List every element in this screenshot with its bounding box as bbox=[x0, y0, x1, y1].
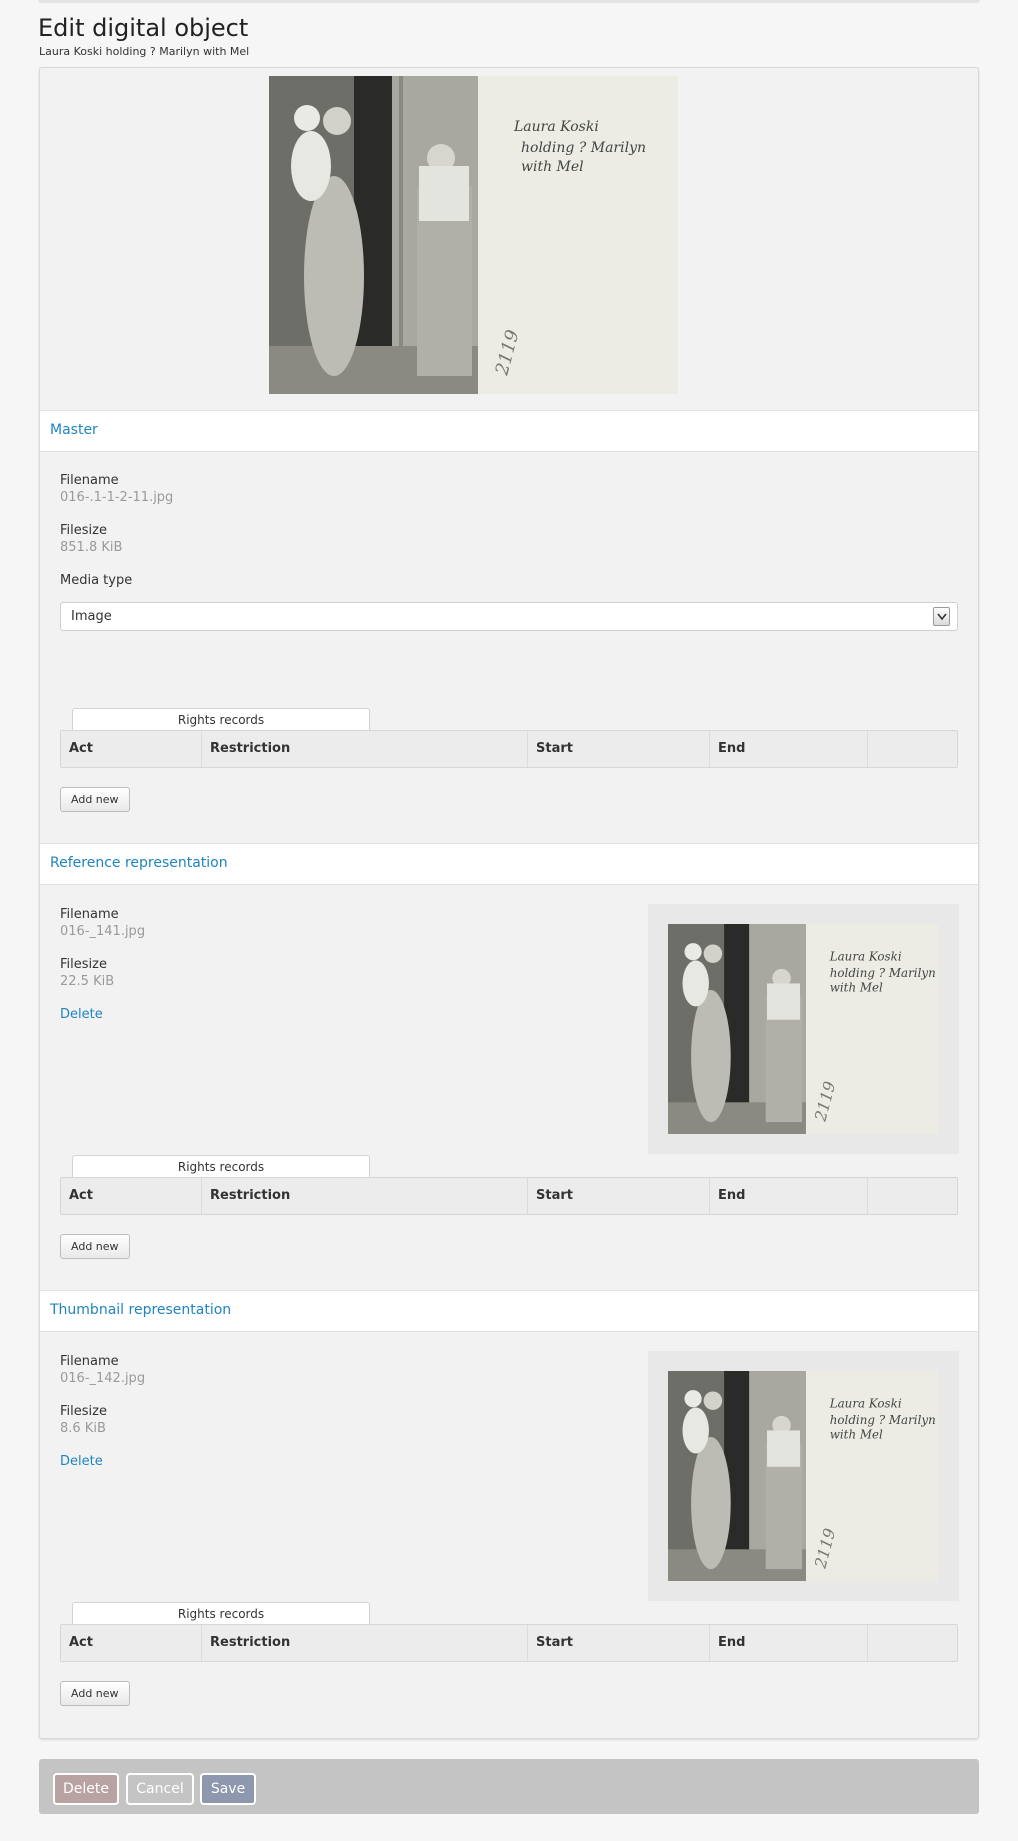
master-filesize-value: 851.8 KiB bbox=[60, 540, 123, 555]
column-header-end: End bbox=[710, 731, 868, 767]
reference-add-new-button[interactable]: Add new bbox=[60, 1234, 130, 1259]
thumbnail-filesize-value: 8.6 KiB bbox=[60, 1421, 106, 1436]
edit-panel: Laura Koski holding ? Marilyn with Mel 2… bbox=[39, 67, 979, 1739]
svg-text:Laura Koski: Laura Koski bbox=[513, 119, 599, 135]
thumbnail-image: Laura Koski holding ? Marilyn with Mel 2… bbox=[668, 1371, 938, 1581]
reference-rights-table: Act Restriction Start End bbox=[60, 1177, 958, 1215]
master-rights-table: Act Restriction Start End bbox=[60, 730, 958, 768]
reference-image: Laura Koski holding ? Marilyn with Mel 2… bbox=[668, 924, 938, 1134]
thumbnail-rights-table: Act Restriction Start End bbox=[60, 1624, 958, 1662]
thumbnail-rights-tab[interactable]: Rights records bbox=[72, 1602, 370, 1624]
thumbnail-filename-label: Filename bbox=[60, 1354, 119, 1369]
master-filename-label: Filename bbox=[60, 473, 119, 488]
svg-text:holding ? Marilyn: holding ? Marilyn bbox=[521, 140, 646, 156]
thumbnail-section-header: Thumbnail representation bbox=[40, 1290, 978, 1332]
reference-preview: Laura Koski holding ? Marilyn with Mel 2… bbox=[648, 904, 959, 1154]
form-actions-bar: Delete Cancel Save bbox=[39, 1759, 979, 1814]
thumbnail-filename-value: 016-_142.jpg bbox=[60, 1371, 146, 1386]
page-subtitle: Laura Koski holding ? Marilyn with Mel bbox=[39, 45, 250, 58]
master-section-header: Master bbox=[40, 410, 978, 452]
media-type-label: Media type bbox=[60, 573, 133, 588]
svg-text:Laura Koski: Laura Koski bbox=[829, 1396, 902, 1410]
svg-text:with Mel: with Mel bbox=[830, 980, 883, 994]
reference-delete-link[interactable]: Delete bbox=[60, 1007, 103, 1022]
media-type-select[interactable]: Image bbox=[60, 602, 958, 631]
master-filesize-label: Filesize bbox=[60, 523, 107, 538]
column-header-start: Start bbox=[528, 1178, 710, 1214]
reference-rights-tab[interactable]: Rights records bbox=[72, 1155, 370, 1177]
thumbnail-preview: Laura Koski holding ? Marilyn with Mel 2… bbox=[648, 1351, 959, 1601]
master-heading[interactable]: Master bbox=[50, 422, 98, 438]
svg-text:with Mel: with Mel bbox=[830, 1427, 883, 1441]
column-header-act: Act bbox=[61, 1625, 202, 1661]
reference-rights-tab-label: Rights records bbox=[177, 1160, 265, 1174]
column-header-end: End bbox=[710, 1178, 868, 1214]
thumbnail-delete-link[interactable]: Delete bbox=[60, 1454, 103, 1469]
master-image: Laura Koski holding ? Marilyn with Mel 2… bbox=[269, 76, 678, 394]
top-border bbox=[38, 0, 980, 3]
svg-text:with Mel: with Mel bbox=[521, 159, 584, 175]
chevron-down-icon[interactable] bbox=[933, 607, 950, 626]
column-header-start: Start bbox=[528, 1625, 710, 1661]
column-header-restriction: Restriction bbox=[202, 1178, 528, 1214]
thumbnail-add-new-button[interactable]: Add new bbox=[60, 1681, 130, 1706]
svg-text:holding ? Marilyn: holding ? Marilyn bbox=[830, 1413, 936, 1427]
column-header-end: End bbox=[710, 1625, 868, 1661]
column-header-start: Start bbox=[528, 731, 710, 767]
master-rights-tab[interactable]: Rights records bbox=[72, 708, 370, 730]
column-header-restriction: Restriction bbox=[202, 1625, 528, 1661]
delete-button[interactable]: Delete bbox=[53, 1773, 119, 1805]
save-button[interactable]: Save bbox=[200, 1773, 256, 1805]
master-filename-value: 016-.1-1-2-11.jpg bbox=[60, 490, 174, 505]
page-title: Edit digital object bbox=[38, 14, 249, 42]
reference-filename-label: Filename bbox=[60, 907, 119, 922]
reference-filename-value: 016-_141.jpg bbox=[60, 924, 146, 939]
column-header-restriction: Restriction bbox=[202, 731, 528, 767]
svg-text:holding ? Marilyn: holding ? Marilyn bbox=[830, 966, 936, 980]
thumbnail-heading[interactable]: Thumbnail representation bbox=[50, 1302, 231, 1318]
reference-filesize-label: Filesize bbox=[60, 957, 107, 972]
master-rights-tab-label: Rights records bbox=[177, 713, 265, 727]
thumbnail-filesize-label: Filesize bbox=[60, 1404, 107, 1419]
master-add-new-button[interactable]: Add new bbox=[60, 787, 130, 812]
reference-heading[interactable]: Reference representation bbox=[50, 855, 228, 871]
reference-section-header: Reference representation bbox=[40, 843, 978, 885]
thumbnail-rights-tab-label: Rights records bbox=[177, 1607, 265, 1621]
column-header-act: Act bbox=[61, 731, 202, 767]
reference-filesize-value: 22.5 KiB bbox=[60, 974, 115, 989]
media-type-value: Image bbox=[71, 609, 112, 624]
svg-text:Laura Koski: Laura Koski bbox=[829, 949, 902, 963]
cancel-button[interactable]: Cancel bbox=[126, 1773, 194, 1805]
column-header-act: Act bbox=[61, 1178, 202, 1214]
